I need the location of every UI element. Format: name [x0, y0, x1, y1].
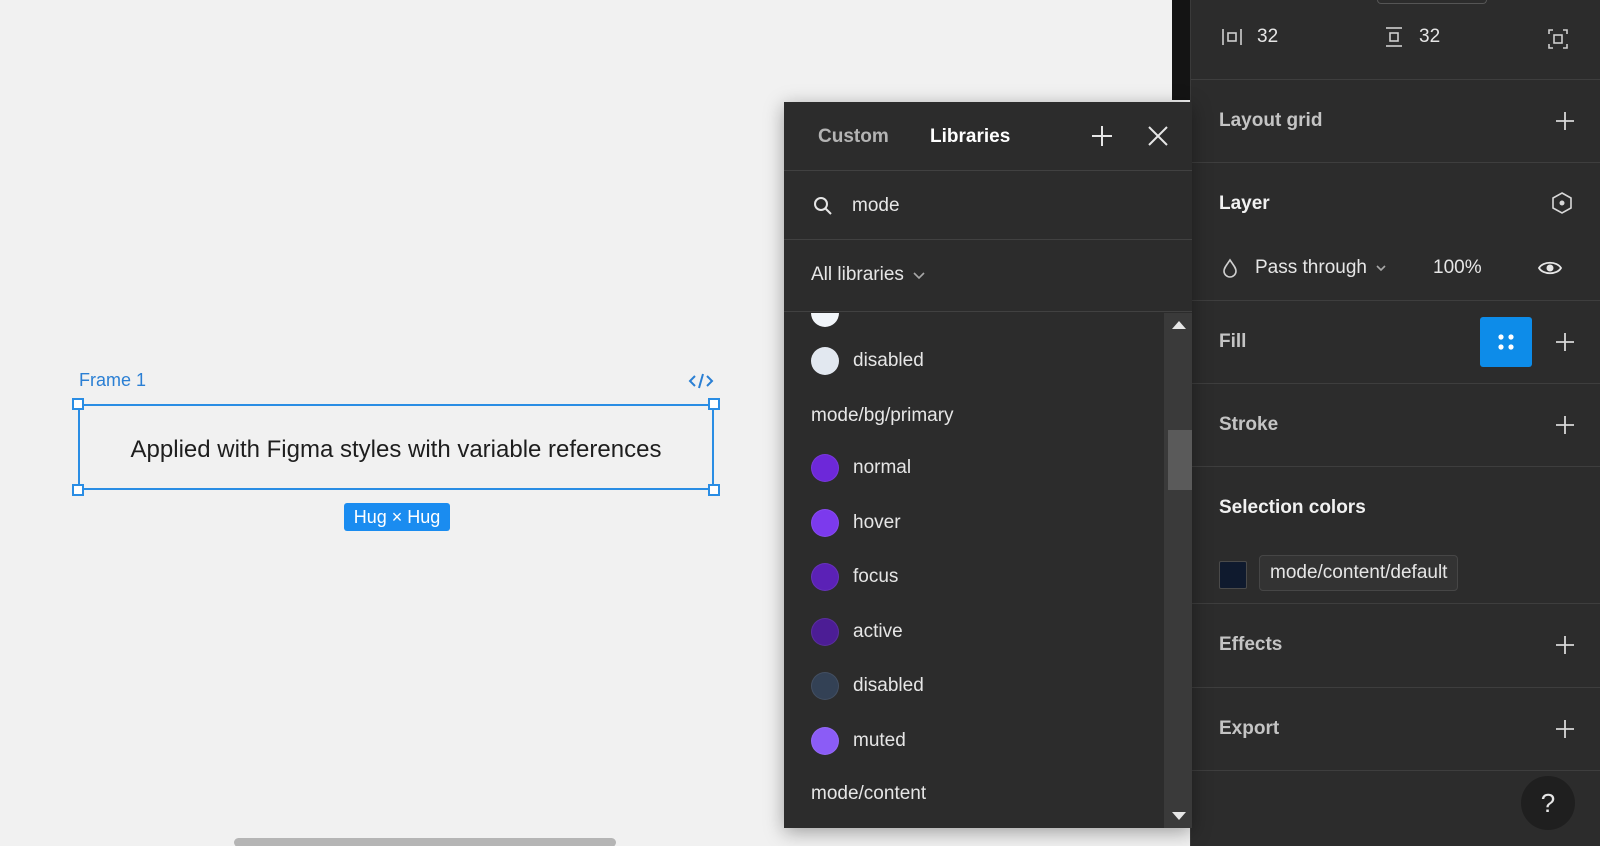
resize-handle-bottom-right[interactable] — [708, 484, 720, 496]
scroll-up-arrow-icon[interactable] — [1172, 321, 1186, 329]
scrollbar-thumb[interactable] — [1168, 430, 1192, 490]
resize-handle-top-right[interactable] — [708, 398, 720, 410]
style-name: disabled — [853, 675, 924, 696]
selection-colors-title: Selection colors — [1219, 497, 1366, 518]
style-item[interactable]: active — [811, 618, 903, 646]
style-item[interactable]: disabled — [811, 347, 924, 375]
style-name: hover — [853, 512, 901, 533]
color-swatch[interactable] — [1219, 561, 1247, 589]
style-picker-button[interactable] — [1480, 317, 1532, 367]
blend-mode-select[interactable]: Pass through — [1255, 257, 1367, 279]
color-swatch-dot — [811, 618, 839, 646]
add-layout-grid-icon[interactable] — [1554, 110, 1576, 132]
color-swatch-dot — [811, 509, 839, 537]
fill-title: Fill — [1219, 331, 1247, 352]
padding-row: 32 32 — [1191, 0, 1600, 80]
layout-grid-title: Layout grid — [1219, 110, 1323, 131]
style-name: disabled — [853, 350, 924, 371]
blend-mode-drop-icon — [1223, 258, 1237, 278]
tab-custom[interactable]: Custom — [818, 126, 889, 148]
style-list[interactable]: disabled mode/bg/primary normal hover fo… — [784, 313, 1162, 828]
style-name: muted — [853, 730, 906, 751]
dev-mode-code-icon[interactable] — [688, 372, 714, 390]
stroke-title: Stroke — [1219, 414, 1279, 435]
search-row — [784, 171, 1192, 240]
horizontal-padding-icon — [1222, 29, 1242, 45]
selection-colors-section: Selection colors mode/content/default — [1191, 467, 1600, 604]
search-input[interactable] — [852, 191, 1152, 221]
horizontal-padding[interactable]: 32 — [1221, 26, 1278, 48]
input-edge — [1377, 0, 1487, 4]
color-swatch-dot — [811, 672, 839, 700]
horizontal-scrollbar[interactable] — [234, 838, 616, 846]
styles-grid-icon — [1498, 334, 1514, 350]
layer-title: Layer — [1219, 193, 1270, 214]
scroll-down-arrow-icon[interactable] — [1172, 812, 1186, 820]
color-swatch-dot — [811, 347, 839, 375]
individual-padding-icon[interactable] — [1547, 28, 1569, 50]
visibility-eye-icon[interactable] — [1537, 259, 1563, 277]
style-item[interactable]: hover — [811, 509, 901, 537]
selected-frame[interactable]: Applied with Figma styles with variable … — [72, 398, 720, 496]
library-filter-row: All libraries — [784, 240, 1192, 312]
vertical-scrollbar[interactable] — [1164, 313, 1192, 828]
color-swatch-dot — [811, 313, 839, 327]
layer-settings-icon[interactable] — [1550, 191, 1574, 215]
size-badge: Hug × Hug — [344, 503, 450, 531]
color-swatch-dot — [811, 727, 839, 755]
vertical-padding-icon — [1386, 27, 1402, 47]
layer-section: Layer Pass through 100% — [1191, 163, 1600, 301]
stroke-section: Stroke — [1191, 384, 1600, 467]
color-styles-popover: Custom Libraries All libraries d — [784, 102, 1192, 828]
add-export-icon[interactable] — [1554, 718, 1576, 740]
style-name: normal — [853, 457, 912, 478]
vertical-padding-value: 32 — [1419, 26, 1441, 47]
tab-libraries[interactable]: Libraries — [930, 126, 1010, 148]
add-fill-icon[interactable] — [1554, 331, 1576, 353]
chevron-down-icon[interactable] — [1375, 263, 1387, 273]
close-icon[interactable] — [1146, 124, 1170, 148]
layer-opacity-input[interactable]: 100% — [1433, 257, 1482, 279]
frame-text-layer[interactable]: Applied with Figma styles with variable … — [80, 436, 712, 464]
color-style-chip[interactable]: mode/content/default — [1259, 555, 1459, 591]
chevron-down-icon — [913, 272, 925, 280]
blend-row: Pass through 100% — [1221, 253, 1581, 283]
vertical-padding[interactable]: 32 — [1383, 26, 1440, 48]
fill-section: Fill — [1191, 301, 1600, 384]
library-filter-dropdown[interactable]: All libraries — [811, 264, 926, 286]
horizontal-padding-value: 32 — [1257, 26, 1279, 47]
create-style-plus-icon[interactable] — [1090, 124, 1114, 148]
popover-tabs: Custom Libraries — [784, 102, 1192, 171]
style-group-header: mode/content — [811, 783, 927, 804]
style-item[interactable]: focus — [811, 563, 898, 591]
add-stroke-icon[interactable] — [1554, 414, 1576, 436]
style-group-header: mode/bg/primary — [811, 405, 954, 426]
export-title: Export — [1219, 718, 1280, 739]
add-effect-icon[interactable] — [1554, 634, 1576, 656]
effects-section: Effects — [1191, 604, 1600, 688]
effects-title: Effects — [1219, 634, 1283, 655]
resize-handle-top-left[interactable] — [72, 398, 84, 410]
resize-handle-bottom-left[interactable] — [72, 484, 84, 496]
color-swatch-dot — [811, 563, 839, 591]
style-name: active — [853, 621, 903, 642]
export-section: Export — [1191, 688, 1600, 771]
library-filter-label: All libraries — [811, 264, 904, 285]
frame-label[interactable]: Frame 1 — [79, 370, 146, 391]
layout-grid-section: Layout grid — [1191, 80, 1600, 163]
help-button[interactable]: ? — [1521, 776, 1575, 830]
style-item-partial[interactable] — [811, 313, 853, 327]
style-item[interactable]: muted — [811, 727, 906, 755]
style-item[interactable]: normal — [811, 454, 911, 482]
properties-panel: 32 32 Layout grid Layer Pass through 100… — [1190, 0, 1600, 846]
style-name: focus — [853, 566, 899, 587]
style-item[interactable]: disabled — [811, 672, 924, 700]
color-swatch-dot — [811, 454, 839, 482]
search-icon — [814, 197, 832, 215]
